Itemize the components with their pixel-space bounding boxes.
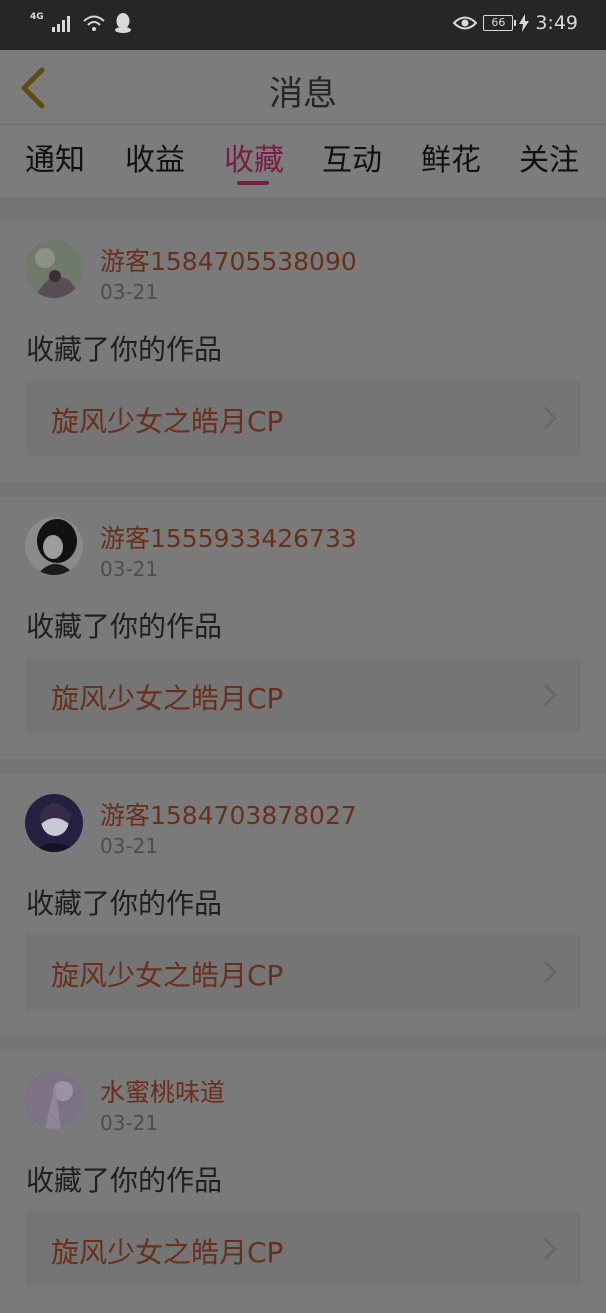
- divider: [0, 197, 606, 220]
- avatar[interactable]: [25, 240, 83, 298]
- tab-interaction[interactable]: 互动: [307, 135, 397, 179]
- status-right: 66 3:49: [453, 12, 578, 34]
- status-left: 4G: [30, 12, 132, 34]
- user-avatar-icon: [25, 794, 83, 852]
- message-card: 游客1584705538090 03-21 收藏了你的作品 旋风少女之皓月CP: [0, 220, 606, 482]
- username[interactable]: 游客1555933426733: [100, 519, 357, 555]
- tab-earnings[interactable]: 收益: [110, 135, 200, 179]
- work-title: 旋风少女之皓月CP: [51, 682, 284, 715]
- avatar[interactable]: [25, 794, 83, 852]
- tab-bar: 通知 收益 收藏 互动 鲜花 关注: [0, 125, 606, 197]
- chevron-right-icon: [544, 684, 557, 706]
- avatar[interactable]: [25, 1071, 83, 1129]
- chevron-right-icon: [544, 961, 557, 983]
- work-link[interactable]: 旋风少女之皓月CP: [25, 1211, 581, 1287]
- charging-icon: [519, 14, 530, 32]
- work-title: 旋风少女之皓月CP: [51, 405, 284, 438]
- active-tab-indicator: [237, 181, 269, 185]
- tab-favorites[interactable]: 收藏: [209, 135, 299, 179]
- avatar[interactable]: [25, 517, 83, 575]
- divider: [0, 759, 606, 774]
- chevron-right-icon: [544, 407, 557, 429]
- tab-follows[interactable]: 关注: [504, 135, 594, 179]
- message-date: 03-21: [100, 834, 159, 858]
- clock: 3:49: [535, 12, 578, 34]
- divider: [0, 1036, 606, 1051]
- network-type: 4G: [30, 12, 44, 22]
- page-title: 消息: [269, 74, 337, 114]
- username[interactable]: 游客1584705538090: [100, 242, 357, 278]
- message-date: 03-21: [100, 1111, 159, 1135]
- work-link[interactable]: 旋风少女之皓月CP: [25, 934, 581, 1010]
- action-text: 收藏了你的作品: [26, 333, 223, 366]
- chevron-right-icon: [544, 1238, 557, 1260]
- message-card: 水蜜桃味道 03-21 收藏了你的作品 旋风少女之皓月CP: [0, 1051, 606, 1313]
- username[interactable]: 游客1584703878027: [100, 796, 357, 832]
- signal-icon: [51, 16, 70, 32]
- work-title: 旋风少女之皓月CP: [51, 1236, 284, 1269]
- wifi-icon: [82, 15, 105, 31]
- tab-notifications[interactable]: 通知: [10, 135, 100, 179]
- message-date: 03-21: [100, 557, 159, 581]
- action-text: 收藏了你的作品: [26, 610, 223, 643]
- header: 消息: [0, 50, 606, 125]
- action-text: 收藏了你的作品: [26, 1164, 223, 1197]
- status-bar: 4G 66 3:49: [0, 0, 606, 50]
- work-title: 旋风少女之皓月CP: [51, 959, 284, 992]
- work-link[interactable]: 旋风少女之皓月CP: [25, 657, 581, 733]
- message-date: 03-21: [100, 280, 159, 304]
- work-link[interactable]: 旋风少女之皓月CP: [25, 380, 581, 456]
- message-card: 游客1584703878027 03-21 收藏了你的作品 旋风少女之皓月CP: [0, 774, 606, 1036]
- tab-flowers[interactable]: 鲜花: [406, 135, 496, 179]
- user-avatar-icon: [25, 1071, 83, 1129]
- qq-icon: [114, 13, 131, 33]
- eye-icon: [453, 16, 478, 30]
- username[interactable]: 水蜜桃味道: [100, 1073, 225, 1109]
- user-avatar-icon: [25, 517, 83, 575]
- battery-icon: 66: [483, 15, 517, 31]
- message-card: 游客1555933426733 03-21 收藏了你的作品 旋风少女之皓月CP: [0, 497, 606, 759]
- action-text: 收藏了你的作品: [26, 887, 223, 920]
- user-avatar-icon: [25, 240, 83, 298]
- divider: [0, 482, 606, 497]
